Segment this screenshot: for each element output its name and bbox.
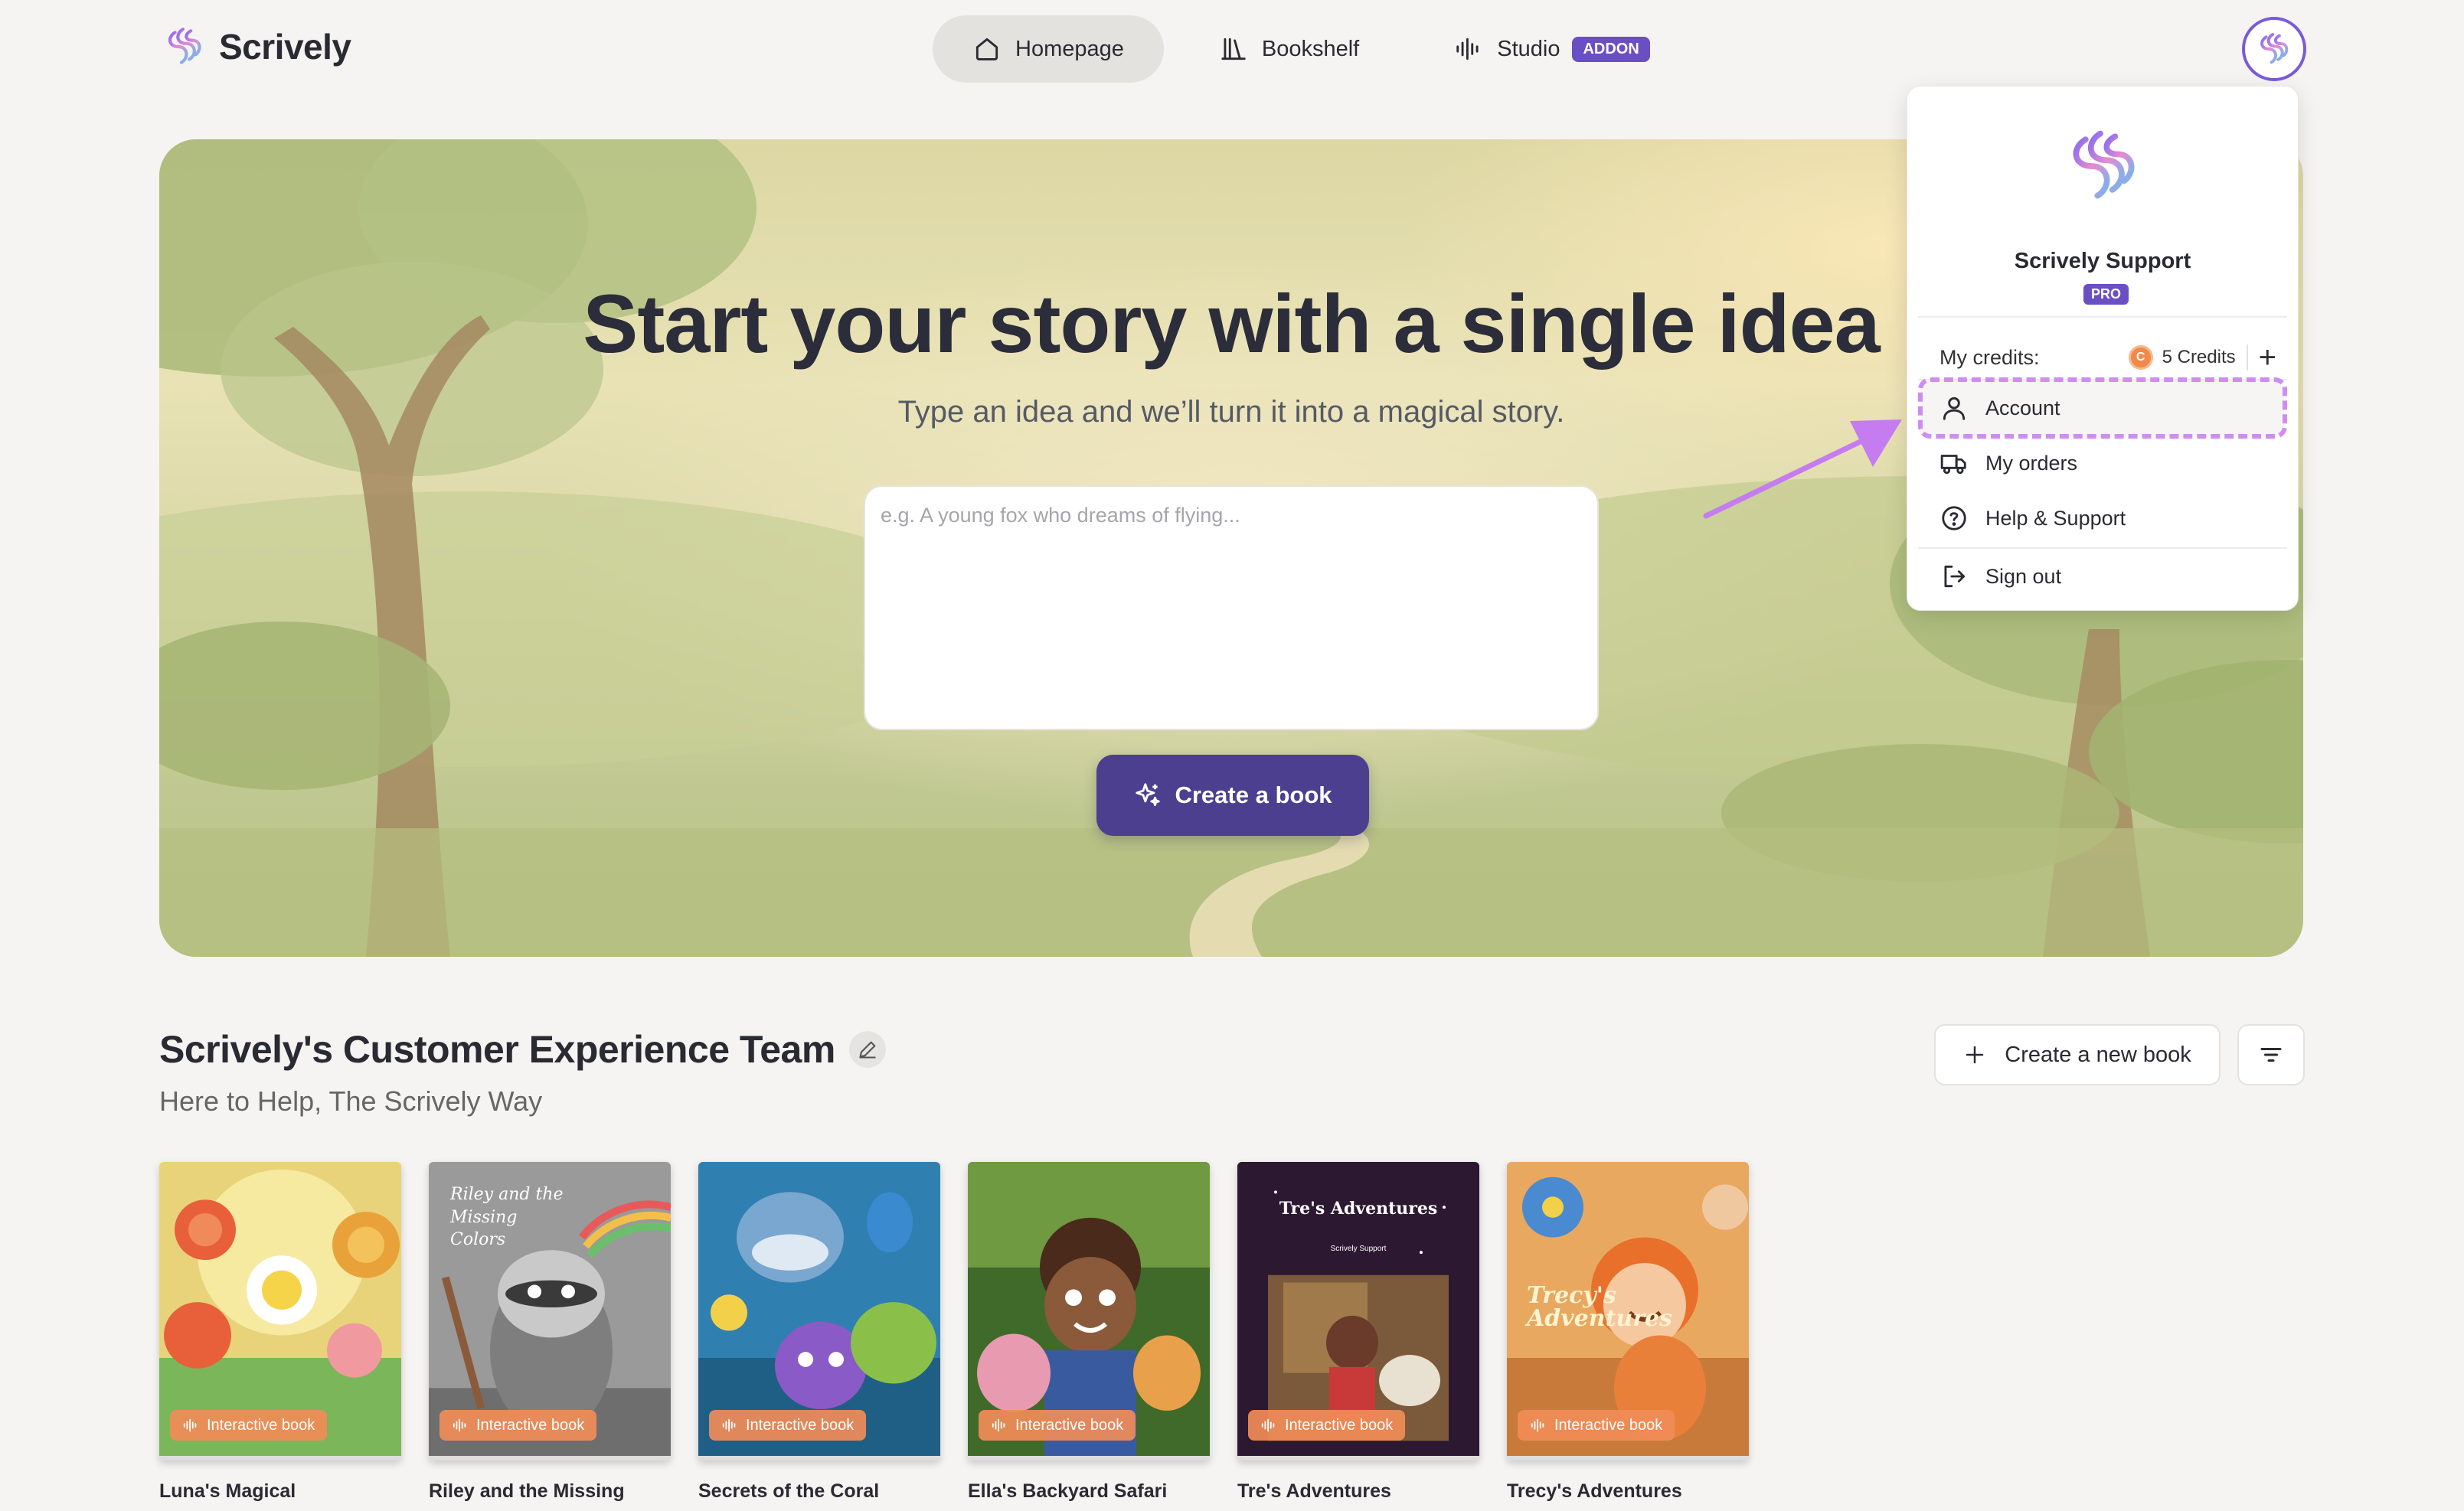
credits-value: 5 Credits	[2162, 347, 2236, 367]
credits-label: My credits:	[1940, 345, 2040, 369]
menu-item-my-orders[interactable]: My orders	[1921, 436, 2284, 491]
book-card[interactable]: Interactive book Luna's Magical	[159, 1162, 401, 1508]
scrively-avatar-icon	[2260, 32, 2289, 64]
menu-item-sign-out[interactable]: Sign out	[1921, 549, 2284, 604]
interactive-badge: Interactive book	[709, 1410, 867, 1441]
book-card[interactable]: Interactive book Secrets of the Coral	[698, 1162, 940, 1508]
interactive-badge-label: Interactive book	[1285, 1416, 1394, 1434]
user-icon	[1943, 397, 1966, 420]
create-book-button[interactable]: Create a book	[1096, 755, 1369, 836]
main-nav: Homepage Bookshelf Studio ADDON	[933, 15, 1690, 83]
menu-item-sign-out-label: Sign out	[1985, 564, 2062, 588]
create-book-label: Create a book	[1175, 782, 1332, 808]
audio-wave-icon	[722, 1418, 736, 1432]
nav-studio[interactable]: Studio ADDON	[1414, 15, 1690, 83]
nav-bookshelf-label: Bookshelf	[1261, 36, 1360, 61]
audio-wave-icon	[1456, 38, 1479, 60]
interactive-badge: Interactive book	[979, 1410, 1136, 1441]
book-cover-title: Trecy's Adventures	[1527, 1282, 1673, 1332]
audio-wave-icon	[992, 1418, 1005, 1432]
book-card[interactable]: Trecy's Adventures Interactive book Trec…	[1507, 1162, 1749, 1508]
scrively-logo-icon	[168, 28, 201, 64]
sign-out-icon	[1944, 565, 1966, 588]
brand-logo[interactable]: Scrively	[161, 23, 351, 70]
menu-item-help-support[interactable]: Help & Support	[1921, 491, 2284, 546]
audio-wave-icon	[1531, 1418, 1544, 1432]
book-title: Tre's Adventures	[1237, 1480, 1391, 1502]
filter-icon	[2260, 1048, 2282, 1062]
menu-divider	[1918, 316, 2287, 318]
create-new-book-label: Create a new book	[2005, 1042, 2191, 1067]
interactive-badge: Interactive book	[440, 1410, 597, 1441]
book-cover[interactable]: Interactive book	[698, 1162, 940, 1460]
book-card[interactable]: Interactive book Ella's Backyard Safari	[968, 1162, 1210, 1508]
book-cover[interactable]: Trecy's Adventures Interactive book	[1507, 1162, 1749, 1460]
book-title: Ella's Backyard Safari	[968, 1480, 1168, 1502]
interactive-badge-label: Interactive book	[1554, 1416, 1663, 1434]
filter-button[interactable]	[2237, 1024, 2305, 1085]
book-cover[interactable]: Riley and the Missing Colors Interactive…	[429, 1162, 671, 1460]
book-title: Trecy's Adventures	[1507, 1480, 1682, 1502]
create-new-book-button[interactable]: Create a new book	[1934, 1024, 2221, 1085]
edit-title-button[interactable]	[848, 1031, 886, 1068]
nav-studio-label: Studio	[1497, 36, 1560, 61]
home-icon	[975, 38, 998, 60]
addon-badge: ADDON	[1572, 36, 1650, 62]
audio-wave-icon	[453, 1418, 466, 1432]
scrively-logo-icon	[2073, 130, 2135, 199]
nav-bookshelf[interactable]: Bookshelf	[1179, 15, 1399, 83]
credits-row: My credits: C 5 Credits +	[1940, 335, 2276, 380]
story-idea-input[interactable]	[864, 485, 1599, 730]
book-cover[interactable]: Interactive book	[159, 1162, 401, 1460]
profile-name: Scrively Support	[2014, 249, 2191, 273]
pro-badge: PRO	[2083, 284, 2129, 305]
interactive-badge-label: Interactive book	[476, 1416, 585, 1434]
audio-wave-icon	[183, 1418, 197, 1432]
book-cover-author: Scrively Support	[1330, 1245, 1387, 1253]
pencil-icon	[859, 1041, 876, 1059]
credits-divider	[2246, 344, 2248, 370]
book-title: Luna's Magical	[159, 1480, 296, 1502]
section-subtitle: Here to Help, The Scrively Way	[159, 1085, 543, 1117]
plus-icon	[1966, 1046, 1984, 1064]
audio-wave-icon	[1261, 1418, 1275, 1432]
menu-item-account[interactable]: Account	[1918, 377, 2287, 439]
section-title: Scrively's Customer Experience Team	[159, 1028, 835, 1071]
section-header: Scrively's Customer Experience Team	[159, 1027, 886, 1072]
interactive-badge-label: Interactive book	[207, 1416, 315, 1434]
profile-avatar-button[interactable]	[2242, 17, 2306, 81]
menu-item-help-support-label: Help & Support	[1985, 506, 2126, 530]
book-cover[interactable]: Tre's Adventures Scrively Support Intera…	[1237, 1162, 1479, 1460]
bookshelf-icon	[1221, 38, 1246, 60]
book-cover-title: Riley and the Missing Colors	[450, 1185, 564, 1250]
book-cover[interactable]: Interactive book	[968, 1162, 1210, 1460]
book-card[interactable]: Riley and the Missing Colors Interactive…	[429, 1162, 671, 1508]
interactive-badge: Interactive book	[170, 1410, 328, 1441]
interactive-badge-label: Interactive book	[1015, 1416, 1124, 1434]
interactive-badge: Interactive book	[1518, 1410, 1675, 1441]
help-circle-icon	[1942, 506, 1966, 530]
menu-item-account-label: Account	[1985, 396, 2060, 419]
book-title: Riley and the Missing	[429, 1480, 625, 1502]
interactive-badge-label: Interactive book	[746, 1416, 855, 1434]
nav-homepage[interactable]: Homepage	[933, 15, 1164, 83]
truck-icon	[1940, 455, 1966, 475]
brand-name: Scrively	[219, 27, 351, 67]
book-card[interactable]: Tre's Adventures Scrively Support Intera…	[1237, 1162, 1479, 1508]
book-title: Secrets of the Coral	[698, 1480, 880, 1502]
profile-menu: Scrively Support PRO My credits: C 5 Cre…	[1907, 86, 2299, 611]
credit-coin-icon: C	[2128, 345, 2153, 370]
add-credits-button[interactable]: +	[2259, 342, 2276, 373]
book-cover-title: Tre's Adventures	[1279, 1199, 1438, 1219]
menu-item-my-orders-label: My orders	[1985, 451, 2078, 475]
nav-homepage-label: Homepage	[1015, 36, 1124, 61]
sparkles-icon	[1136, 783, 1161, 807]
interactive-badge: Interactive book	[1248, 1410, 1406, 1441]
book-grid: Interactive book Luna's Magical Riley an…	[159, 1162, 1749, 1508]
